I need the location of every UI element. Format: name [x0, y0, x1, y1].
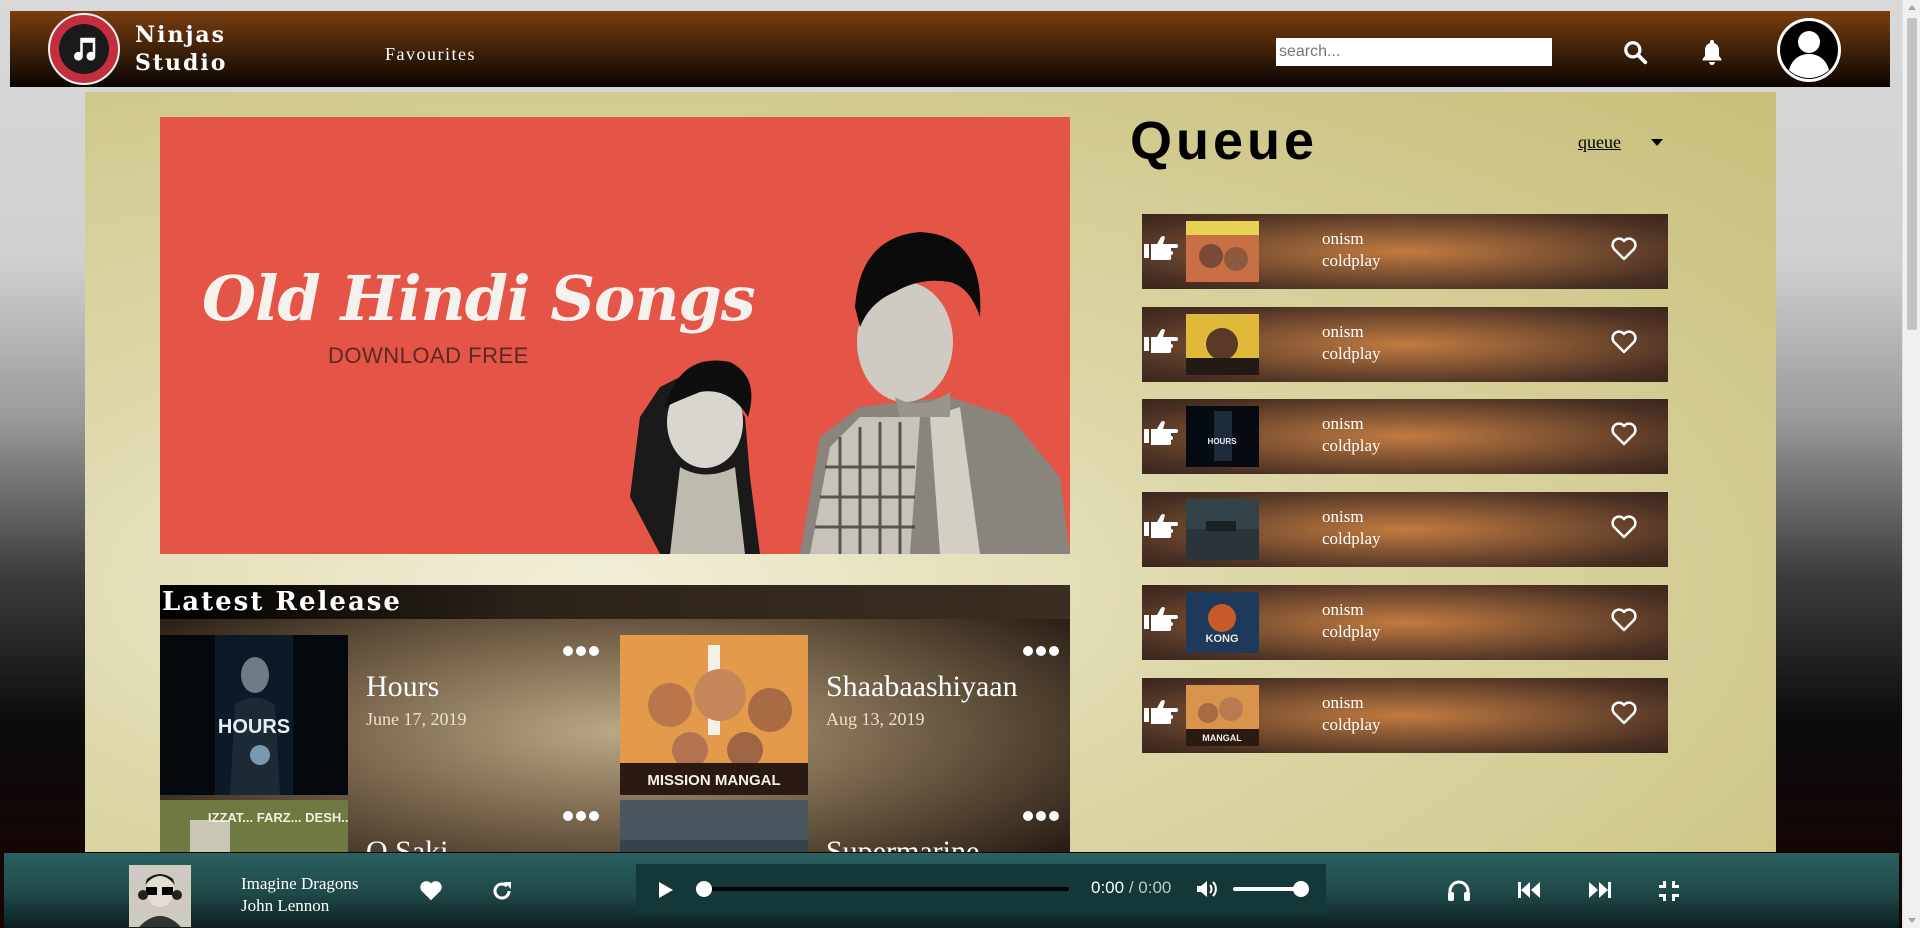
svg-text:IZZAT... FARZ... DESH...: IZZAT... FARZ... DESH...: [208, 810, 348, 825]
skip-forward-icon[interactable]: [1588, 880, 1612, 900]
skip-back-icon[interactable]: [1517, 880, 1541, 900]
brand-line-1: Ninjas: [135, 22, 227, 48]
duration: 0:00: [1138, 878, 1172, 897]
release-cover[interactable]: [620, 800, 808, 852]
pointing-hand-icon[interactable]: [1144, 512, 1178, 542]
more-dots-icon[interactable]: [1022, 645, 1060, 657]
svg-text:MISSION MANGAL: MISSION MANGAL: [647, 772, 780, 789]
queue-dropdown[interactable]: queue: [1578, 132, 1621, 153]
pointing-hand-icon[interactable]: [1144, 698, 1178, 728]
heart-outline-icon[interactable]: [1610, 236, 1638, 262]
release-card[interactable]: IZZAT... FARZ... DESH... O Saki: [160, 800, 615, 852]
seek-handle[interactable]: [696, 881, 712, 897]
svg-text:KONG: KONG: [1206, 633, 1239, 645]
queue-item-cover: HOURS: [1186, 406, 1259, 467]
release-title[interactable]: Hours: [366, 670, 439, 704]
volume-handle[interactable]: [1292, 881, 1309, 897]
queue-item[interactable]: onism coldplay: [1142, 307, 1668, 382]
svg-text:MANGAL: MANGAL: [1202, 733, 1242, 743]
pointing-hand-icon[interactable]: [1144, 419, 1178, 449]
music-note-icon: [74, 37, 96, 61]
scrollbar-thumb[interactable]: [1907, 18, 1917, 330]
time-separator: /: [1124, 878, 1139, 897]
release-title[interactable]: Supermarine: [826, 835, 979, 852]
queue-item-text: onism coldplay: [1322, 322, 1381, 363]
heart-outline-icon[interactable]: [1610, 700, 1638, 726]
time-display: 0:00 / 0:00: [1091, 878, 1171, 898]
more-dots-icon[interactable]: [1022, 810, 1060, 822]
queue-item[interactable]: MANGAL onism coldplay: [1142, 678, 1668, 753]
svg-text:HOURS: HOURS: [1208, 437, 1238, 446]
queue-item-cover: [1186, 221, 1259, 282]
hero-banner[interactable]: Old Hindi Songs DOWNLOAD FREE: [160, 117, 1070, 554]
heart-outline-icon[interactable]: [1610, 329, 1638, 355]
seek-bar[interactable]: [704, 887, 1069, 891]
banner-couple-image: [630, 232, 1070, 554]
queue-item-text: onism coldplay: [1322, 507, 1381, 548]
queue-item-cover: [1186, 499, 1259, 560]
heart-outline-icon[interactable]: [1610, 421, 1638, 447]
release-date: June 17, 2019: [366, 709, 467, 729]
heart-filled-icon[interactable]: [419, 880, 443, 902]
now-playing-artists: Imagine Dragons John Lennon: [241, 873, 359, 917]
main-content: Old Hindi Songs DOWNLOAD FREE Latest Rel…: [85, 92, 1776, 852]
search-icon[interactable]: [1622, 39, 1648, 65]
bell-icon[interactable]: [1700, 38, 1724, 66]
queue-item[interactable]: KONG onism coldplay: [1142, 585, 1668, 660]
release-card[interactable]: Supermarine: [620, 800, 1070, 852]
nav-favourites-link[interactable]: Favourites: [385, 44, 476, 65]
pointing-hand-icon[interactable]: [1144, 327, 1178, 357]
queue-item[interactable]: onism coldplay: [1142, 214, 1668, 289]
brand-name[interactable]: Ninjas Studio: [135, 21, 227, 77]
minimize-icon[interactable]: [1658, 880, 1680, 902]
queue-title: Queue: [1130, 111, 1319, 171]
latest-release-section: Latest Release HOURS Hours June 17, 2019…: [160, 585, 1070, 852]
user-avatar[interactable]: [1777, 18, 1841, 82]
page-scrollbar[interactable]: [1902, 0, 1920, 928]
queue-item[interactable]: onism coldplay: [1142, 492, 1668, 567]
volume-icon[interactable]: [1196, 880, 1218, 898]
logo[interactable]: [48, 13, 120, 85]
user-avatar-icon: [1780, 21, 1838, 79]
search-input[interactable]: [1276, 38, 1552, 66]
heart-outline-icon[interactable]: [1610, 607, 1638, 633]
release-date: Aug 13, 2019: [826, 709, 925, 729]
queue-item-cover: MANGAL: [1186, 685, 1259, 746]
play-icon[interactable]: [658, 881, 674, 899]
queue-item-cover: [1186, 314, 1259, 375]
release-cover[interactable]: MISSION MANGAL: [620, 635, 808, 795]
queue-item[interactable]: HOURS onism coldplay: [1142, 399, 1668, 474]
now-playing-line-2: John Lennon: [241, 896, 330, 915]
pointing-hand-icon[interactable]: [1144, 234, 1178, 264]
current-time: 0:00: [1091, 878, 1125, 897]
queue-item-text: onism coldplay: [1322, 693, 1381, 734]
release-title[interactable]: O Saki: [366, 835, 449, 852]
scroll-up-arrow[interactable]: [1908, 5, 1916, 10]
now-playing-cover[interactable]: [129, 865, 191, 927]
queue-item-text: onism coldplay: [1322, 229, 1381, 270]
latest-release-heading: Latest Release: [162, 587, 402, 617]
scroll-down-arrow[interactable]: [1908, 918, 1916, 923]
brand-line-2: Studio: [135, 50, 228, 76]
repeat-icon[interactable]: [490, 879, 514, 903]
heart-outline-icon[interactable]: [1610, 514, 1638, 540]
queue-item-cover: KONG: [1186, 592, 1259, 653]
release-title[interactable]: Shaabaashiyaan: [826, 670, 1018, 704]
release-card[interactable]: MISSION MANGAL Shaabaashiyaan Aug 13, 20…: [620, 635, 1070, 800]
queue-item-text: onism coldplay: [1322, 414, 1381, 455]
pointing-hand-icon[interactable]: [1144, 605, 1178, 635]
top-navbar: Ninjas Studio Favourites: [10, 11, 1890, 87]
chevron-down-icon[interactable]: [1651, 139, 1663, 146]
release-cover[interactable]: IZZAT... FARZ... DESH...: [160, 800, 348, 852]
now-playing-line-1: Imagine Dragons: [241, 874, 359, 893]
more-dots-icon[interactable]: [562, 645, 600, 657]
player-bar: Imagine Dragons John Lennon 0:00 / 0:00: [4, 853, 1899, 928]
audio-controls: 0:00 / 0:00: [636, 864, 1326, 914]
release-card[interactable]: HOURS Hours June 17, 2019: [160, 635, 615, 800]
queue-item-text: onism coldplay: [1322, 600, 1381, 641]
svg-text:HOURS: HOURS: [218, 716, 290, 738]
headphones-icon[interactable]: [1447, 880, 1471, 902]
release-cover[interactable]: HOURS: [160, 635, 348, 795]
more-dots-icon[interactable]: [562, 810, 600, 822]
